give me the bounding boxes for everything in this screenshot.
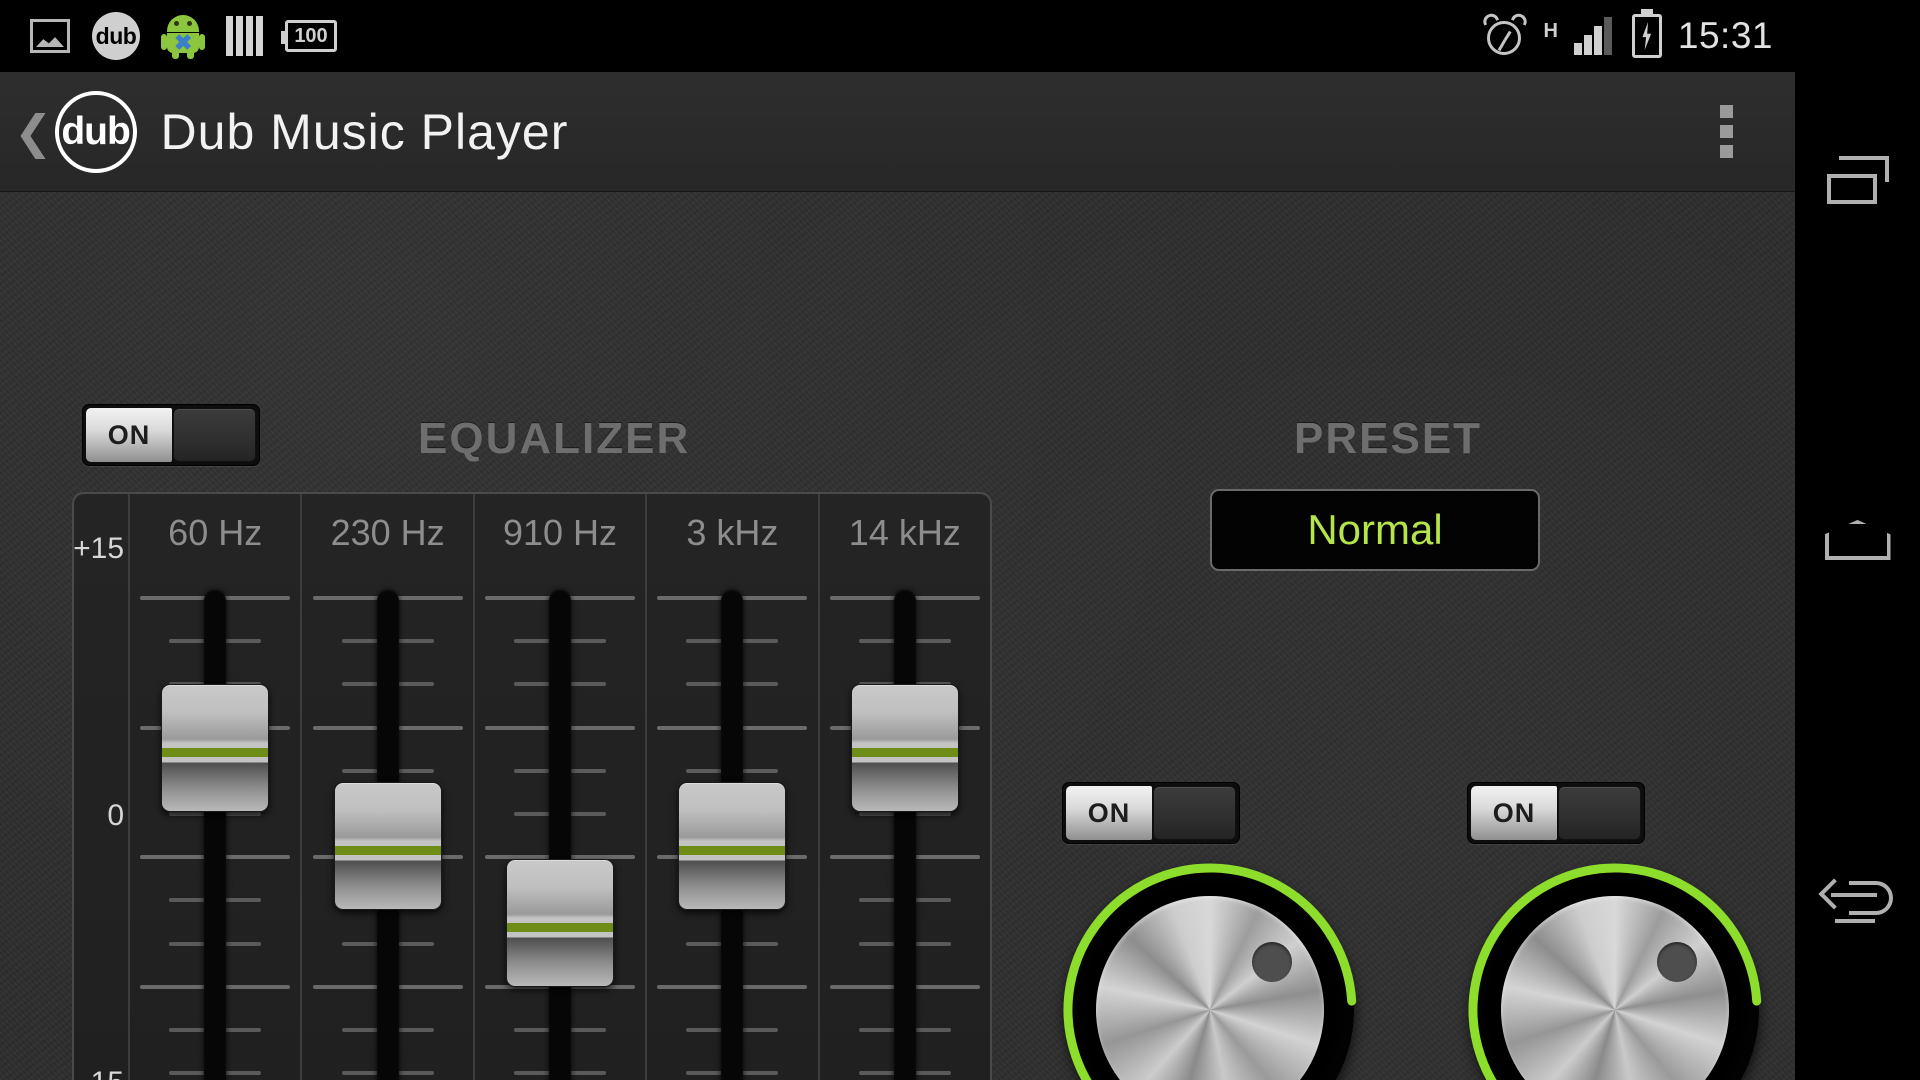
battery-100-icon: 100 (281, 20, 337, 52)
status-bar-system: H 15:31 (1481, 11, 1795, 58)
band-fader[interactable] (130, 572, 300, 1080)
recents-icon (1826, 156, 1889, 204)
system-navigation-bar (1795, 0, 1920, 1080)
equalizer-bands: 60 Hz+10230 Hz+6910 Hz+33 kHz+614 kHz+10 (130, 494, 990, 1080)
virtualizer-toggle-switch[interactable]: ON (1467, 782, 1645, 844)
home-button[interactable] (1813, 495, 1903, 585)
fader-thumb[interactable] (161, 684, 270, 812)
band-frequency-label: 910 Hz (502, 512, 618, 553)
bass-boost-knob[interactable]: MIN MAX BASS BOOST (1063, 863, 1357, 1080)
home-icon (1824, 520, 1891, 560)
bass-boost-toggle-switch[interactable]: ON (1062, 782, 1240, 844)
dub-logo-text: dub (61, 109, 130, 153)
band-frequency-label: 60 Hz (168, 512, 263, 553)
virtualizer-control: ON MIN MAX VIRTUALIZER (1415, 782, 1815, 1080)
battery-charging-icon (1631, 14, 1662, 58)
fader-track[interactable] (204, 590, 227, 1080)
recents-button[interactable] (1813, 135, 1903, 225)
virtualizer-knob[interactable]: MIN MAX VIRTUALIZER (1468, 863, 1762, 1080)
virtualizer-knob-indicator (1657, 942, 1697, 982)
dub-logo-icon[interactable]: dub (54, 90, 137, 173)
signal-bars-icon (1573, 17, 1616, 55)
equalizer-band: 230 Hz+6 (302, 494, 475, 1080)
band-frequency-label: 14 kHz (848, 512, 961, 553)
dub-notification-icon: dub (92, 12, 140, 60)
band-frequency-label: 3 kHz (686, 512, 779, 553)
android-icon: ✖ (161, 13, 205, 59)
equalizer-toggle[interactable]: ON (82, 404, 260, 466)
alarm-icon (1481, 11, 1530, 58)
back-icon (1817, 877, 1893, 923)
virtualizer-toggle-knob[interactable] (1558, 786, 1641, 840)
status-bar-notifications: dub ✖ 100 (0, 12, 337, 60)
status-bar-clock: 15:31 (1677, 15, 1773, 56)
dub-badge-text: dub (95, 22, 137, 49)
back-button[interactable] (1813, 855, 1903, 945)
page-title: Dub Music Player (160, 103, 569, 160)
bass-boost-knob-indicator (1252, 942, 1292, 982)
fader-thumb[interactable] (333, 782, 442, 910)
status-bar: dub ✖ 100 H 15:31 (0, 0, 1795, 72)
equalizer-panel: +15 0 -15 60 Hz+10230 Hz+6910 Hz+33 kHz+… (72, 492, 992, 1080)
equalizer-band: 910 Hz+3 (475, 494, 648, 1080)
up-navigation-chevron-icon[interactable]: ❮ (14, 109, 53, 155)
equalizer-toggle-label: ON (86, 408, 172, 462)
equalizer-section-title: EQUALIZER (418, 414, 691, 463)
scale-label-max: +15 (73, 532, 124, 565)
band-fader[interactable] (475, 572, 645, 1080)
scale-label-min: -15 (81, 1066, 124, 1080)
network-type-label: H (1543, 20, 1558, 42)
preset-selector[interactable]: Normal (1210, 489, 1540, 571)
bars-icon (226, 16, 263, 56)
phone-screen: dub ✖ 100 H 15:31 ❮ dub Dub Music Player… (0, 0, 1920, 1080)
band-fader[interactable] (302, 572, 472, 1080)
bass-boost-toggle-knob[interactable] (1153, 786, 1236, 840)
bass-boost-toggle-label: ON (1066, 786, 1152, 840)
band-frequency-label: 230 Hz (330, 512, 445, 553)
preset-section-title: PRESET (1294, 414, 1483, 463)
equalizer-band: 3 kHz+6 (647, 494, 820, 1080)
fader-thumb[interactable] (678, 782, 787, 910)
gallery-icon (30, 19, 70, 53)
battery-level-text: 100 (294, 24, 328, 47)
band-fader[interactable] (647, 572, 817, 1080)
app-header: ❮ dub Dub Music Player (0, 72, 1795, 192)
fader-thumb[interactable] (506, 859, 615, 987)
scale-label-zero: 0 (107, 799, 124, 832)
overflow-menu-icon[interactable] (1720, 105, 1733, 158)
virtualizer-toggle[interactable]: ON (1297, 782, 1815, 844)
decibel-scale: +15 0 -15 (73, 494, 130, 1080)
equalizer-toggle-switch[interactable]: ON (82, 404, 260, 466)
equalizer-band: 60 Hz+10 (130, 494, 303, 1080)
fader-track[interactable] (549, 590, 572, 1080)
preset-selected-value: Normal (1307, 506, 1443, 553)
equalizer-toggle-knob[interactable] (173, 408, 256, 462)
equalizer-screen: ON EQUALIZER PRESET +15 0 -15 60 Hz+1023… (0, 192, 1795, 1080)
virtualizer-toggle-label: ON (1471, 786, 1557, 840)
